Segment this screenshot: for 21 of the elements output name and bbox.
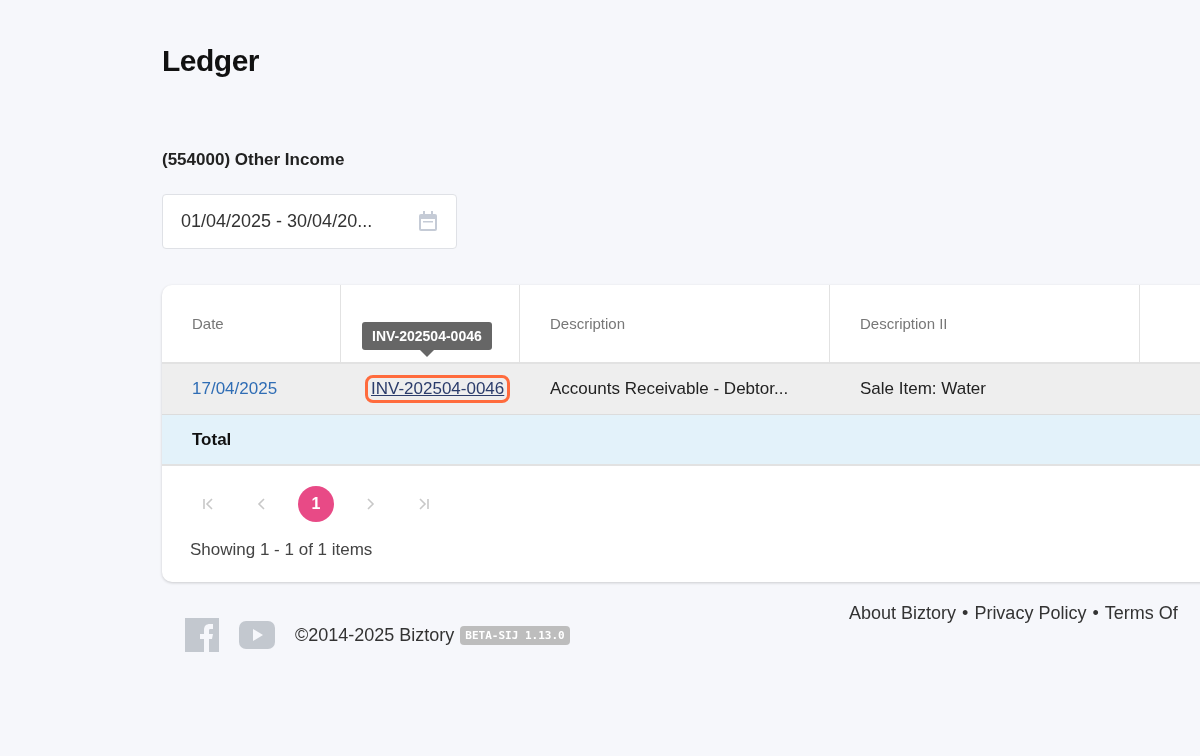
account-title: (554000) Other Income [162, 150, 345, 170]
pager-summary: Showing 1 - 1 of 1 items [189, 539, 373, 561]
copyright-text: ©2014-2025 Biztory [295, 624, 455, 646]
tooltip: INV-202504-0046 [362, 322, 492, 357]
table-cell: Sale Item: Water [860, 379, 986, 399]
page-title: Ledger [162, 44, 261, 78]
version-badge: BETA-SIJ 1.13.0 [460, 625, 570, 645]
table-cell: Accounts Receivable - Debtor... [550, 379, 789, 399]
calendar-icon [418, 211, 438, 232]
footer-link[interactable]: About Biztory [849, 603, 957, 624]
video-play-icon[interactable] [239, 621, 275, 649]
total-label: Total [192, 429, 232, 450]
separator: • [962, 603, 969, 624]
footer-link[interactable]: Terms Of [1104, 603, 1178, 624]
separator: • [1092, 603, 1099, 624]
date-link[interactable]: 17/04/2025 [192, 379, 278, 399]
date-range-field[interactable]: 01/04/2025 - 30/04/20... [162, 194, 457, 249]
footer-link[interactable]: Privacy Policy [974, 603, 1087, 624]
facebook-icon[interactable] [185, 618, 219, 652]
reference-link[interactable]: INV-202504-0046 [365, 375, 511, 403]
page-button[interactable]: 1 [298, 486, 334, 522]
